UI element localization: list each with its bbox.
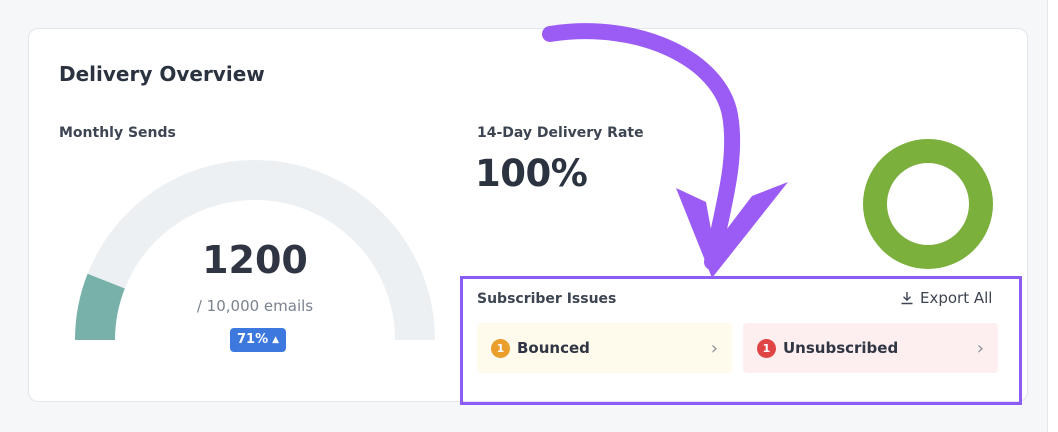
delivery-rate-value: 100%	[475, 152, 588, 195]
highlight-box	[460, 276, 1022, 405]
card-title: Delivery Overview	[59, 62, 265, 86]
usage-percent-badge: 71% ▲	[230, 328, 287, 352]
usage-percent-text: 71%	[237, 332, 269, 347]
gauge-fill	[74, 273, 126, 341]
monthly-sends-limit: / 10,000 emails	[196, 297, 314, 315]
monthly-sends-label: Monthly Sends	[59, 125, 176, 141]
delivery-rate-ring	[863, 139, 993, 269]
monthly-sends-value: 1200	[202, 238, 308, 282]
delivery-rate-label: 14-Day Delivery Rate	[477, 125, 644, 141]
adjacent-panel-edge	[1047, 0, 1058, 432]
caret-up-icon: ▲	[272, 335, 280, 345]
